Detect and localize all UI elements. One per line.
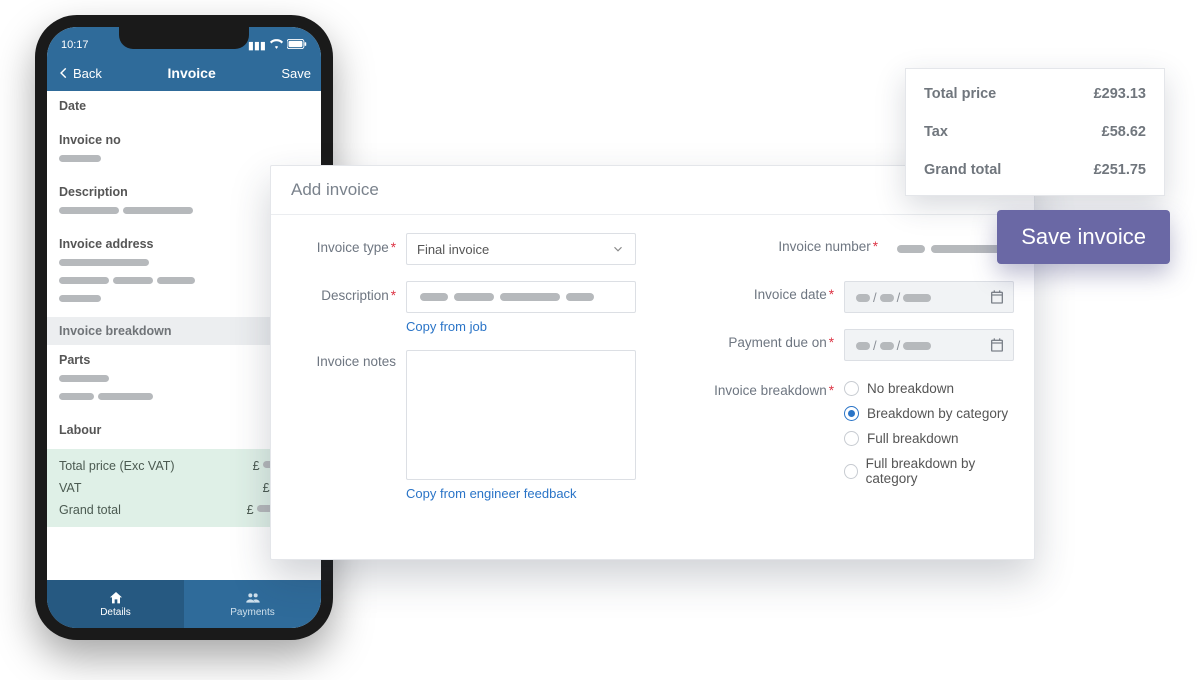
radio-full-breakdown[interactable]: Full breakdown [844, 431, 1014, 446]
tab-payments-label: Payments [230, 607, 274, 618]
panel-right-column: Invoice number* Invoice date* // Payment… [670, 233, 1015, 517]
phone-total-price-val: £ [253, 459, 260, 473]
tab-bar: Details Payments [47, 580, 321, 628]
radio-dot-icon [844, 381, 859, 396]
phone-grand-val: £ [247, 503, 254, 517]
nav-bar: Back Invoice Save [47, 57, 321, 91]
label-date: Date [59, 99, 309, 113]
label-breakdown: Invoice breakdown* [714, 377, 834, 398]
label-invoice-notes: Invoice notes [291, 350, 396, 369]
back-button[interactable]: Back [57, 66, 102, 81]
back-label: Back [73, 66, 102, 81]
radio-full-breakdown-category-label: Full breakdown by category [866, 456, 1014, 486]
phone-grand-label: Grand total [59, 503, 121, 517]
tab-details[interactable]: Details [47, 580, 184, 628]
input-payment-due[interactable]: // [844, 329, 1014, 361]
totals-grand-value: £251.75 [1094, 162, 1146, 178]
totals-card: Total price £293.13 Tax £58.62 Grand tot… [905, 68, 1165, 196]
phone-vat-val: £ [263, 481, 270, 495]
save-invoice-button[interactable]: Save invoice [997, 210, 1170, 264]
radio-dot-icon [844, 464, 858, 479]
phone-total-price-label: Total price (Exc VAT) [59, 459, 175, 473]
radio-full-breakdown-label: Full breakdown [867, 431, 959, 446]
add-invoice-panel: Add invoice Invoice type* Final invoice … [270, 165, 1035, 560]
status-icons: ▮▮▮ [248, 39, 307, 52]
calendar-icon [989, 289, 1005, 305]
signal-icon: ▮▮▮ [248, 39, 266, 52]
radio-dot-icon [844, 406, 859, 421]
nav-save-button[interactable]: Save [281, 66, 311, 81]
link-copy-from-feedback[interactable]: Copy from engineer feedback [406, 486, 636, 501]
radio-breakdown-category[interactable]: Breakdown by category [844, 406, 1014, 421]
phone-vat-label: VAT [59, 481, 81, 495]
phone-notch [119, 27, 249, 49]
battery-icon [287, 39, 307, 52]
wifi-icon [270, 39, 283, 52]
label-invoice-type: Invoice type* [291, 233, 396, 255]
label-invoice-no: Invoice no [59, 133, 309, 147]
label-payment-due: Payment due on* [728, 329, 834, 350]
link-copy-from-job[interactable]: Copy from job [406, 319, 636, 334]
label-invoice-number: Invoice number* [778, 233, 878, 254]
totals-total-price-label: Total price [924, 86, 996, 102]
chevron-left-icon [57, 66, 71, 80]
totals-tax-value: £58.62 [1102, 124, 1146, 140]
radio-no-breakdown[interactable]: No breakdown [844, 381, 1014, 396]
label-description-panel: Description* [291, 281, 396, 303]
tab-details-label: Details [100, 607, 131, 618]
home-icon [108, 590, 124, 606]
label-invoice-date: Invoice date* [754, 281, 834, 302]
input-description[interactable] [406, 281, 636, 313]
chevron-down-icon [611, 242, 625, 256]
panel-left-column: Invoice type* Final invoice Description*… [291, 233, 636, 517]
people-icon [245, 590, 261, 606]
radio-full-breakdown-category[interactable]: Full breakdown by category [844, 456, 1014, 486]
radio-no-breakdown-label: No breakdown [867, 381, 954, 396]
totals-total-price-value: £293.13 [1094, 86, 1146, 102]
textarea-invoice-notes[interactable] [406, 350, 636, 480]
radio-breakdown-category-label: Breakdown by category [867, 406, 1008, 421]
tab-payments[interactable]: Payments [184, 580, 321, 628]
totals-tax-label: Tax [924, 124, 948, 140]
radio-dot-icon [844, 431, 859, 446]
totals-grand-label: Grand total [924, 162, 1001, 178]
input-invoice-date[interactable]: // [844, 281, 1014, 313]
select-invoice-type-value: Final invoice [417, 242, 489, 257]
nav-title: Invoice [168, 65, 216, 81]
calendar-icon [989, 337, 1005, 353]
status-time: 10:17 [61, 39, 89, 51]
select-invoice-type[interactable]: Final invoice [406, 233, 636, 265]
